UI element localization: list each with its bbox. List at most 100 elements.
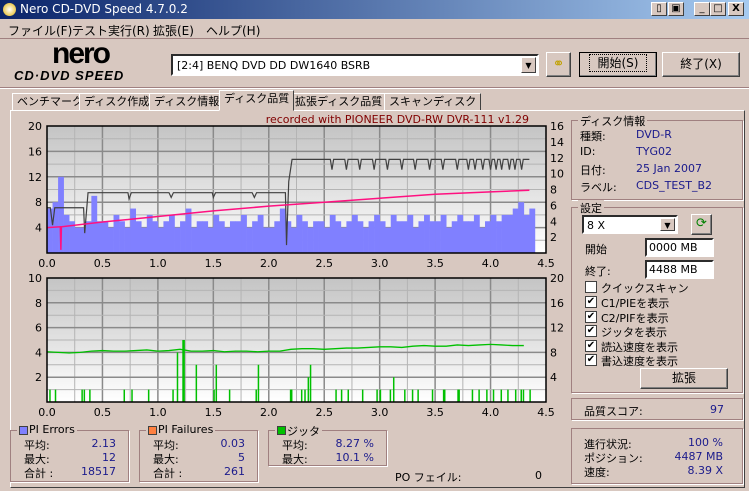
x-tick-label: 0.5 (94, 406, 112, 419)
checkbox[interactable] (585, 281, 597, 293)
pie-bar (490, 214, 497, 253)
pif-bar (300, 389, 303, 402)
dock-icon[interactable]: ▯ (651, 2, 667, 16)
window-title: Nero CD-DVD Speed 4.7.0.2 (20, 2, 188, 16)
pif-bar (257, 364, 260, 402)
position-value: 4487 MB (674, 450, 723, 463)
chevron-down-icon[interactable]: ▼ (660, 218, 675, 231)
menu-extras[interactable]: 拡張(E) (153, 22, 194, 39)
checkbox[interactable]: ✔ (585, 310, 597, 323)
maximize-button[interactable]: □ (710, 2, 726, 16)
legend-swatch-icon (277, 426, 286, 435)
pie-bar (185, 208, 192, 253)
stat-label: 合計 : (153, 467, 183, 480)
pie-bar (241, 214, 247, 253)
disc-info-value: TYG02 (636, 145, 672, 158)
end-label: 終了: (585, 265, 611, 278)
pie-bar (252, 221, 258, 253)
stat-label: 最大: (282, 453, 308, 466)
pif-bar (172, 389, 174, 402)
close-button[interactable]: X (728, 2, 744, 16)
tab-disc-info[interactable]: ディスク情報 (149, 93, 225, 111)
refresh-drive-button[interactable]: ⚭ (546, 52, 571, 77)
refresh-speed-button[interactable]: ⟳ (691, 214, 712, 235)
pie-bar (412, 227, 419, 253)
start-input[interactable]: 0000 MB (645, 238, 714, 257)
tab-create-disc[interactable]: ディスク作成 (79, 93, 155, 111)
pie-bar (141, 227, 148, 253)
stat-value: 8.27 % (335, 437, 374, 450)
stat-value: 261 (224, 465, 245, 478)
drive-select[interactable]: [2:4] BENQ DVD DD DW1640 BSRB ▼ (171, 54, 539, 76)
pie-bar (107, 227, 114, 253)
pie-bar (396, 221, 403, 253)
disc-info-value: DVD-R (636, 128, 672, 141)
pie-bar (196, 221, 203, 253)
pie-bar (102, 221, 109, 253)
pie-bar (418, 221, 425, 253)
tab-benchmark[interactable]: ベンチマーク (12, 93, 88, 111)
tab-disc-quality[interactable]: ディスク品質 (219, 90, 295, 111)
pif-bar (514, 389, 517, 402)
pif-bar (123, 389, 126, 402)
y-left-tick-label: 8 (35, 297, 42, 310)
refresh-icon: ⟳ (696, 216, 707, 231)
disc-info-key: 日付: (580, 164, 606, 177)
title-bar: Nero CD-DVD Speed 4.7.0.2 (0, 0, 749, 19)
checkbox[interactable]: ✔ (585, 339, 597, 352)
pie-bar (435, 221, 441, 253)
pif-bar (522, 389, 525, 402)
x-tick-label: 1.5 (205, 406, 223, 419)
minimize-button[interactable]: _ (694, 2, 710, 16)
tab-scan-disc[interactable]: スキャンディスク (384, 93, 482, 111)
y-right-tick-label: 20 (550, 272, 564, 285)
pif-bar (307, 377, 310, 402)
pie-bar (290, 227, 297, 253)
y-left-tick-label: 20 (28, 120, 42, 133)
y-left-tick-label: 12 (28, 171, 42, 184)
pie-bar (274, 221, 281, 253)
save-icon[interactable]: ▣ (668, 2, 684, 16)
checkbox[interactable]: ✔ (585, 354, 597, 366)
pif-bar (304, 389, 306, 402)
pie-bar (302, 221, 308, 253)
pie-bar (229, 221, 236, 253)
disc-info-key: ラベル: (580, 181, 617, 194)
pie-bar (351, 214, 358, 253)
exit-button[interactable]: 終了(X) (662, 52, 740, 77)
pie-bar (152, 221, 159, 253)
pif-bar (83, 389, 86, 402)
pie-bar (157, 227, 164, 253)
menu-help[interactable]: ヘルプ(H) (206, 22, 260, 39)
pie-bar (119, 221, 125, 253)
y-right-tick-label: 4 (550, 371, 557, 384)
speed-select[interactable]: 8 X ▼ (582, 215, 678, 234)
pif-bar (347, 389, 350, 402)
quality-score-label: 品質スコア: (584, 405, 643, 418)
legend-swatch-icon (148, 426, 157, 435)
tab-advanced-disc-quality[interactable]: 拡張ディスク品質 (290, 93, 388, 111)
stat-value: 5 (238, 451, 245, 464)
pie-bar (462, 221, 469, 253)
cd-dvd-speed-logo: CD·DVD SPEED (14, 68, 125, 83)
pie-bar (407, 214, 414, 253)
pie-bar (313, 221, 319, 253)
pie-bar (401, 221, 408, 253)
checkbox[interactable]: ✔ (585, 296, 597, 308)
stat-value: 0.03 (220, 437, 246, 450)
disc-info-key: 種類: (580, 130, 606, 143)
y-right-tick-label: 12 (550, 322, 564, 335)
x-tick-label: 2.5 (315, 257, 333, 270)
advanced-button[interactable]: 拡張 (640, 368, 728, 389)
pie-bar (191, 227, 197, 253)
pif-bar (131, 389, 133, 402)
pie-bar (429, 221, 436, 253)
pif-bar (215, 364, 218, 402)
chevron-down-icon[interactable]: ▼ (521, 57, 536, 73)
stat-value: 2.13 (91, 437, 117, 450)
end-input[interactable]: 4488 MB (645, 260, 714, 279)
start-button[interactable]: 開始(S) (579, 52, 657, 77)
x-tick-label: 3.0 (371, 406, 389, 419)
po-fail-label: PO フェイル: (395, 471, 462, 484)
checkbox[interactable]: ✔ (585, 325, 597, 337)
